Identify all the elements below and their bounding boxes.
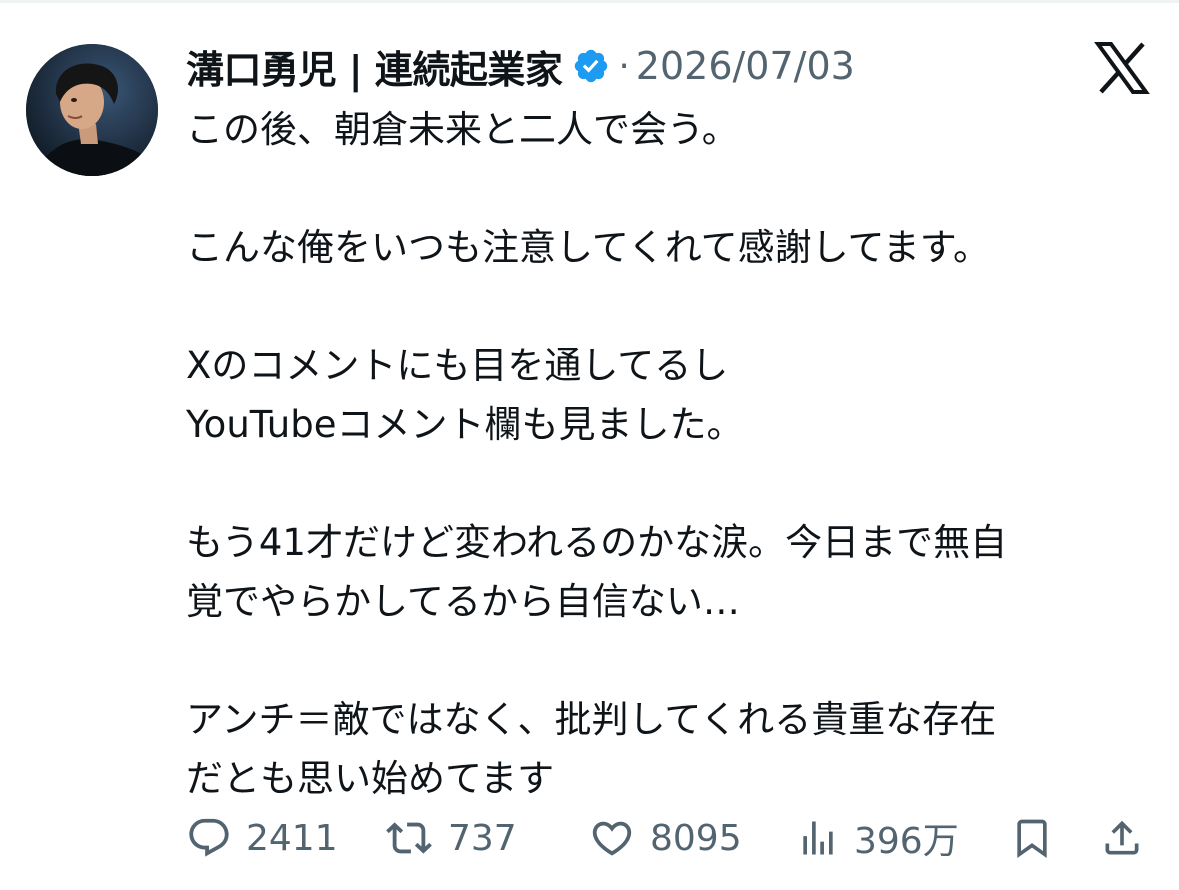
tweet-line: だとも思い始めてます [186, 757, 555, 800]
author-name[interactable]: 溝口勇児 | 連続起業家 [186, 39, 563, 94]
tweet-body: この後、朝倉未来と二人で会う。 こんな俺をいつも注意してくれて感謝してます。 X… [186, 100, 1146, 808]
views-chart-icon [803, 821, 833, 855]
views-button[interactable]: 396万 [796, 810, 959, 866]
action-bar: 2411 737 8095 396万 [186, 810, 1146, 866]
bookmark-icon [1017, 819, 1047, 859]
top-divider [0, 0, 1179, 3]
tweet-date[interactable]: 2026/07/03 [636, 44, 855, 88]
tweet-paragraph: アンチ＝敵ではなく、批判してくれる貴重な存在 だとも思い始めてます [186, 690, 1146, 808]
x-logo-icon[interactable] [1094, 42, 1150, 94]
tweet-header: 溝口勇児 | 連続起業家 · 2026/07/03 [186, 38, 855, 94]
tweet-line: こんな俺をいつも注意してくれて感謝してます。 [186, 226, 991, 269]
reply-icon [189, 818, 229, 857]
tweet-line: YouTubeコメント欄も見ました。 [186, 403, 744, 446]
tweet-line: もう41才だけど変われるのかな涙。今日まで無自 [186, 521, 1008, 564]
tweet-line: この後、朝倉未来と二人で会う。 [186, 108, 739, 151]
views-count: 396万 [854, 821, 959, 862]
repost-button[interactable]: 737 [384, 810, 517, 866]
tweet-line: アンチ＝敵ではなく、批判してくれる貴重な存在 [186, 698, 997, 741]
tweet-paragraph: もう41才だけど変われるのかな涙。今日まで無自 覚でやらかしてるから自信ない… [186, 513, 1146, 631]
like-count: 8095 [650, 817, 742, 859]
reply-button[interactable]: 2411 [186, 810, 338, 866]
reply-count: 2411 [246, 817, 338, 859]
tweet-paragraph: こんな俺をいつも注意してくれて感謝してます。 [186, 218, 1146, 277]
verified-badge-icon [572, 47, 610, 85]
heart-icon [592, 821, 632, 856]
separator-dot: · [618, 45, 630, 87]
repost-count: 737 [448, 817, 517, 859]
tweet-paragraph: Xのコメントにも目を通してるし YouTubeコメント欄も見ました。 [186, 336, 1146, 454]
repost-icon [386, 822, 432, 854]
tweet-line: Xのコメントにも目を通してるし [186, 344, 729, 387]
avatar[interactable] [26, 44, 158, 176]
share-button[interactable] [1100, 810, 1144, 866]
like-button[interactable]: 8095 [588, 810, 742, 866]
share-icon [1105, 820, 1139, 855]
tweet-paragraph: この後、朝倉未来と二人で会う。 [186, 100, 1146, 159]
bookmark-button[interactable] [1010, 810, 1054, 866]
tweet-line: 覚でやらかしてるから自信ない… [186, 580, 740, 623]
